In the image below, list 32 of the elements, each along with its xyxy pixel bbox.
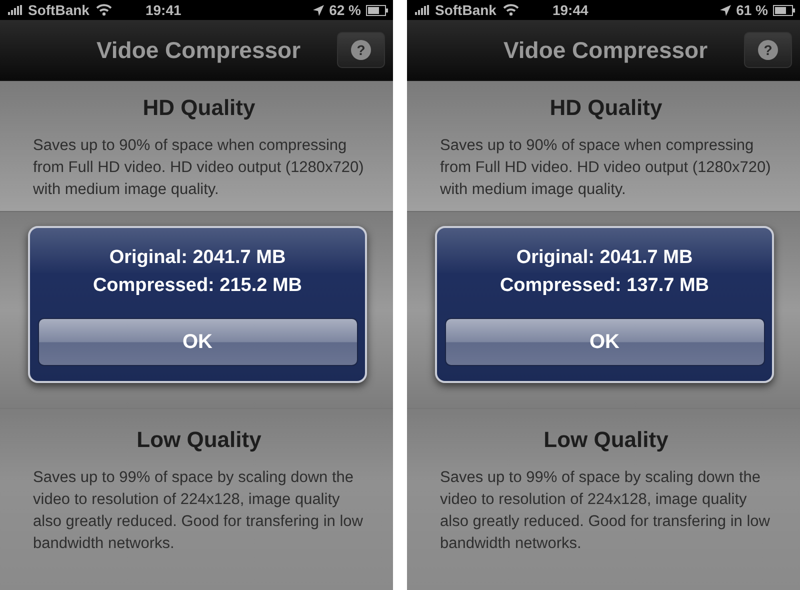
battery-percent: 61 %	[736, 2, 768, 18]
signal-icon	[8, 5, 23, 15]
wifi-icon	[503, 4, 520, 16]
battery-icon	[366, 4, 389, 16]
alert-message: Original: 2041.7 MB	[516, 246, 693, 270]
app-title: Vidoe Compressor	[96, 36, 301, 64]
signal-icon	[415, 5, 430, 15]
app-title: Vidoe Compressor	[503, 36, 708, 64]
carrier-name: SoftBank	[435, 2, 496, 18]
section-description: Saves up to 99% of space by scaling down the video to resolution of 224x128, image quality also greatly reduced. Good for transfering in low bandwidth networks.	[440, 468, 771, 554]
section-description: Saves up to 99% of space by scaling down the video to resolution of 224x128, image quality also greatly reduced. Good for transfering in low bandwidth networks.	[33, 468, 364, 554]
help-button[interactable]: ?	[744, 32, 792, 68]
status-time: 19:41	[145, 2, 182, 18]
ok-button[interactable]: OK	[38, 318, 358, 366]
section-title: Low Quality	[544, 427, 668, 453]
help-button[interactable]: ?	[337, 32, 385, 68]
section-title: HD Quality	[550, 95, 662, 121]
section-description: Saves up to 90% of space when compressing from Full HD video. HD video output (1280x720) with medium image quality.	[33, 136, 365, 200]
status-time: 19:44	[552, 2, 588, 18]
alert-message: Original: 2041.7 MB	[109, 246, 286, 270]
section-title: HD Quality	[142, 95, 256, 121]
location-arrow-icon	[313, 4, 324, 16]
location-arrow-icon	[720, 4, 732, 16]
alert-message: Compressed: 215.2 MB	[92, 274, 302, 298]
alert-message: Compressed: 137.7 MB	[500, 274, 710, 298]
battery-icon	[773, 4, 796, 16]
carrier-name: SoftBank	[28, 2, 90, 18]
section-title: Low Quality	[136, 427, 262, 453]
ok-button[interactable]: OK	[444, 318, 764, 366]
battery-percent: 62 %	[329, 2, 361, 18]
wifi-icon	[96, 4, 112, 16]
section-description: Saves up to 90% of space when compressing from Full HD video. HD video output (1280x720) with medium image quality.	[440, 136, 772, 200]
